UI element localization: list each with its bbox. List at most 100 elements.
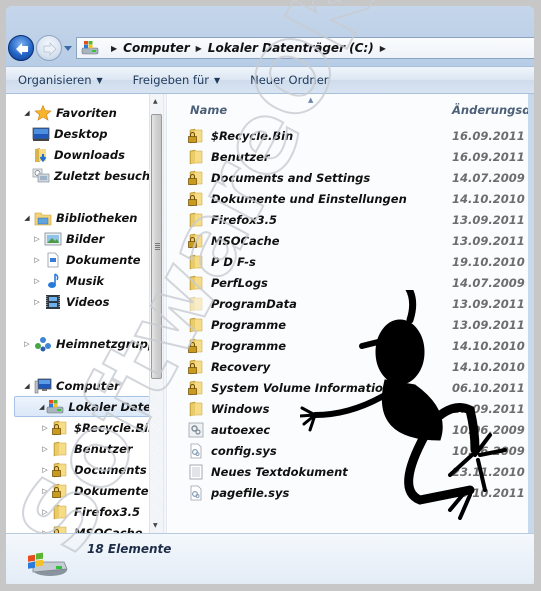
new-folder-button[interactable]: Neuer Ordner [250, 73, 328, 87]
nav-item[interactable]: ▷ MSOCache [40, 522, 143, 533]
organize-button[interactable]: Organisieren ▼ [18, 73, 103, 87]
window-border [528, 94, 534, 533]
collapsed-arrow-icon[interactable]: ▷ [40, 487, 50, 495]
breadcrumb-computer[interactable]: Computer [123, 41, 189, 55]
navigation-bar: ▶ Computer ▶ Lokaler Datenträger (C:) ▶ [6, 32, 534, 66]
file-date-modified: 14.07.2009 06:5 [452, 171, 528, 185]
collapsed-arrow-icon[interactable]: ▷ [40, 508, 50, 516]
folder-icon [188, 401, 204, 417]
share-with-button[interactable]: Freigeben für ▼ [133, 73, 220, 87]
file-row[interactable]: pagefile.sys 06.10.2011 21:0 [168, 483, 528, 504]
address-bar[interactable]: ▶ Computer ▶ Lokaler Datenträger (C:) ▶ [76, 37, 534, 59]
file-row[interactable]: Firefox3.5 13.09.2011 10:3 [168, 210, 528, 231]
file-row[interactable]: Programme 13.09.2011 10:5 [168, 315, 528, 336]
drive-icon [81, 40, 99, 56]
nav-item[interactable]: ◢ Computer [22, 375, 120, 396]
nav-item[interactable]: ▷ Documents an [40, 459, 149, 480]
file-row[interactable]: Neues Textdokument 23.11.2010 13:2 [168, 462, 528, 483]
nav-item-label: Downloads [54, 147, 125, 162]
nav-item[interactable]: ▷ Heimnetzgruppe [22, 333, 149, 354]
nav-item[interactable]: ▷ Benutzer [40, 438, 133, 459]
nav-item-label: Bibliotheken [56, 210, 138, 225]
nav-item[interactable]: ▷ Firefox3.5 [40, 501, 140, 522]
nav-item[interactable]: ▷ Dokumente ur [40, 480, 149, 501]
scroll-up-icon[interactable]: ▲ [153, 98, 158, 105]
recent-places-icon [32, 168, 50, 184]
nav-item[interactable]: ▷ $Recycle.Bin [40, 417, 149, 438]
file-date-modified: 10.06.2009 23:4 [452, 423, 528, 437]
file-row[interactable]: Documents and Settings 14.07.2009 06:5 [168, 168, 528, 189]
nav-item[interactable]: ◢ Lokaler Datentr [14, 396, 149, 417]
file-row[interactable]: MSOCache 13.09.2011 10:5 [168, 231, 528, 252]
file-row[interactable]: Benutzer 16.09.2011 15:1 [168, 147, 528, 168]
file-row[interactable]: $Recycle.Bin 16.09.2011 15:1 [168, 126, 528, 147]
breadcrumb-local-disk[interactable]: Lokaler Datenträger (C:) [208, 41, 374, 55]
scroll-down-icon[interactable]: ▼ [153, 522, 158, 529]
nav-item[interactable]: ◢ Favoriten [22, 102, 117, 123]
nav-item-label: Dokumente [66, 252, 141, 267]
file-date-modified: 23.11.2010 13:2 [452, 465, 528, 479]
collapsed-arrow-icon[interactable]: ▷ [32, 298, 42, 306]
column-header: ▲ Name Änderungsdatum [168, 94, 528, 120]
expanded-arrow-icon[interactable]: ◢ [39, 403, 44, 411]
column-header-date-modified[interactable]: Änderungsdatum [452, 103, 528, 117]
scrollbar-thumb[interactable] [151, 114, 162, 379]
collapsed-arrow-icon[interactable]: ▷ [40, 466, 50, 474]
back-button[interactable] [8, 35, 34, 61]
nav-item-label: Documents an [74, 462, 149, 477]
file-row[interactable]: P D F-s 19.10.2010 13:1 [168, 252, 528, 273]
folder-icon [188, 149, 204, 165]
file-date-modified: 13.09.2011 10:5 [452, 318, 528, 332]
collapsed-arrow-icon[interactable]: ▷ [32, 235, 42, 243]
nav-item[interactable]: ▷ Bilder [32, 228, 104, 249]
file-date-modified: 14.07.2009 04:3 [452, 276, 528, 290]
text-file-icon [188, 464, 204, 480]
nav-item[interactable]: Zuletzt besucht [30, 165, 149, 186]
expanded-arrow-icon[interactable]: ◢ [22, 109, 32, 117]
nav-item[interactable]: Downloads [30, 144, 125, 165]
pane-splitter[interactable] [163, 94, 167, 533]
file-date-modified: 14.10.2010 22:0 [452, 192, 528, 206]
file-row[interactable]: ProgramData 13.09.2011 10:5 [168, 294, 528, 315]
collapsed-arrow-icon[interactable]: ▷ [22, 340, 32, 348]
folder-icon [188, 275, 204, 291]
file-row[interactable]: Recovery 14.10.2010 22:0 [168, 357, 528, 378]
file-row[interactable]: Dokumente und Einstellungen 14.10.2010 22… [168, 189, 528, 210]
hidden-folder-icon [188, 296, 204, 312]
collapsed-arrow-icon[interactable]: ▷ [32, 256, 42, 264]
file-row[interactable]: System Volume Information 06.10.2011 21:5 [168, 378, 528, 399]
nav-item[interactable]: ◢ Bibliotheken [22, 207, 137, 228]
collapsed-arrow-icon[interactable]: ▷ [32, 277, 42, 285]
file-row[interactable]: autoexec 10.06.2009 23:4 [168, 420, 528, 441]
system-file-icon [188, 443, 204, 459]
collapsed-arrow-icon[interactable]: ▷ [40, 445, 50, 453]
file-row[interactable]: PerfLogs 14.07.2009 04:3 [168, 273, 528, 294]
nav-item[interactable]: Desktop [30, 123, 107, 144]
breadcrumb-separator-icon[interactable]: ▶ [380, 44, 386, 53]
file-row[interactable]: Windows 17.09.2011 16:1 [168, 399, 528, 420]
file-row[interactable]: Programme 14.10.2010 22:0 [168, 336, 528, 357]
column-header-name[interactable]: Name [190, 103, 227, 117]
nav-item[interactable]: ▷ Dokumente [32, 249, 141, 270]
file-name: P D F-s [211, 255, 256, 269]
locked-folder-icon [188, 128, 204, 144]
breadcrumb-separator-icon[interactable]: ▶ [111, 44, 117, 53]
navigation-pane-scrollbar[interactable]: ▲ ▼ [149, 94, 163, 533]
locked-folder-icon [188, 170, 204, 186]
expanded-arrow-icon[interactable]: ◢ [22, 382, 32, 390]
nav-item[interactable]: ▷ Videos [32, 291, 109, 312]
grip-icon [155, 243, 160, 250]
nav-item-label: Desktop [54, 126, 108, 141]
collapsed-arrow-icon[interactable]: ▷ [40, 424, 50, 432]
file-name: Programme [211, 339, 287, 353]
recent-pages-dropdown-icon[interactable] [64, 44, 72, 52]
downloads-icon [32, 147, 50, 163]
file-row[interactable]: config.sys 10.06.2009 23:4 [168, 441, 528, 462]
drive-icon [46, 399, 64, 415]
file-date-modified: 13.09.2011 10:5 [452, 234, 528, 248]
breadcrumb-separator-icon[interactable]: ▶ [196, 44, 202, 53]
nav-item[interactable]: ▷ Musik [32, 270, 104, 291]
expanded-arrow-icon[interactable]: ◢ [22, 214, 32, 222]
file-date-modified: 14.10.2010 22:0 [452, 360, 528, 374]
forward-button[interactable] [36, 35, 62, 61]
